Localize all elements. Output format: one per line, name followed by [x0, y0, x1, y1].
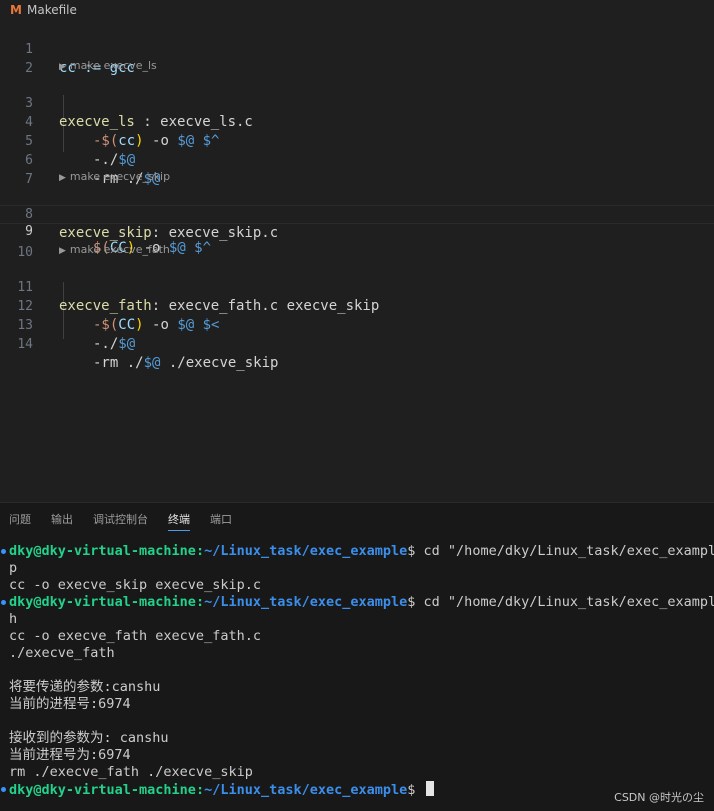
code-line: 13 -./$@ — [0, 297, 714, 352]
command-decoration-icon — [1, 549, 6, 554]
prompt-path: ~/Linux_task/exec_example — [204, 543, 408, 559]
code-line: 7 — [0, 151, 714, 187]
terminal-line: 接收到的参数为: canshu — [9, 730, 169, 746]
code-token: $@ — [118, 336, 136, 352]
command-decoration-icon — [1, 600, 6, 605]
prompt-symbol: $ — [407, 782, 424, 798]
terminal-line: rm ./execve_fath ./execve_skip — [9, 764, 253, 780]
terminal-line: dky@dky-virtual-machine:~/Linux_task/exe… — [9, 543, 714, 560]
terminal-command: cd "/home/dky/Linux_task/exec_example — [423, 594, 714, 610]
terminal-cursor — [425, 781, 434, 796]
tab-terminal[interactable]: 终端 — [158, 503, 200, 537]
editor-tab[interactable]: M Makefile — [0, 0, 714, 20]
terminal-line: cc -o execve_fath execve_fath.c — [9, 628, 261, 644]
code-line: 12 -$(CC) -o $@ $< — [0, 278, 714, 333]
command-decoration-icon — [1, 787, 6, 792]
prompt-sep: : — [195, 782, 205, 798]
terminal-line: ./execve_fath — [9, 645, 115, 661]
prompt-symbol: $ — [407, 594, 424, 610]
prompt-user: dky@dky-virtual-machine — [9, 543, 196, 559]
prompt-user: dky@dky-virtual-machine — [9, 594, 196, 610]
code-line: 8 execve_skip: execve_skip.c — [0, 186, 714, 241]
code-line: 5 -./$@ — [0, 113, 714, 168]
terminal-line: h — [9, 611, 18, 627]
terminal-line: cc -o execve_skip execve_skip.c — [9, 577, 261, 593]
code-line: 6 -rm ./$@ — [0, 132, 714, 187]
codelens-run-execve-ls[interactable]: ▶ make execve_ls — [59, 58, 157, 74]
play-icon: ▶ — [59, 173, 66, 183]
code-token: $@ — [143, 355, 161, 371]
code-line-current: 9 $(CC) -o $@ $^ — [0, 205, 714, 256]
code-editor[interactable]: 1 cc := gcc 2 ▶ make execve_ls 3 execve_l… — [0, 20, 714, 502]
play-icon: ▶ — [59, 246, 66, 256]
code-line: 10 — [0, 224, 714, 260]
terminal-line: 当前进程号为:6974 — [9, 747, 131, 763]
prompt-sep: : — [195, 594, 205, 610]
terminal-line: p — [9, 560, 18, 576]
tab-ports[interactable]: 端口 — [200, 503, 242, 537]
code-token: -./ — [93, 336, 119, 352]
code-token: -rm ./ — [93, 355, 144, 371]
prompt-path: ~/Linux_task/exec_example — [204, 594, 408, 610]
codelens-label: make execve_fath — [69, 243, 170, 256]
watermark: CSDN @时光の尘 — [614, 791, 704, 804]
bottom-panel: 问题 输出 调试控制台 终端 端口 dky@dky-virtual-machin… — [0, 502, 714, 811]
code-line: 2 — [0, 40, 714, 76]
terminal-line: 将要传递的参数:canshu — [9, 679, 161, 695]
play-icon: ▶ — [59, 62, 66, 72]
codelens-label: make execve_skip — [69, 170, 171, 183]
codelens-run-execve-fath[interactable]: ▶ make execve_fath — [59, 242, 170, 258]
line-number: 14 — [17, 337, 33, 352]
tab-debug-console[interactable]: 调试控制台 — [83, 503, 158, 537]
prompt-symbol: $ — [407, 543, 424, 559]
code-token: ./execve_skip — [160, 355, 279, 371]
code-line: 1 cc := gcc — [0, 21, 714, 76]
terminal-line: dky@dky-virtual-machine:~/Linux_task/exe… — [9, 781, 434, 798]
terminal-line: 当前的进程号:6974 — [9, 696, 131, 712]
prompt-path: ~/Linux_task/exec_example — [204, 782, 408, 798]
tab-filename: Makefile — [27, 3, 77, 17]
code-line: 11 execve_fath: execve_fath.c execve_ski… — [0, 259, 714, 314]
terminal-line: dky@dky-virtual-machine:~/Linux_task/exe… — [9, 594, 714, 611]
tab-output[interactable]: 输出 — [41, 503, 83, 537]
panel-tabs: 问题 输出 调试控制台 终端 端口 — [0, 503, 242, 537]
code-line: 3 execve_ls : execve_ls.c — [0, 75, 714, 130]
terminal-command: cd "/home/dky/Linux_task/exec_example — [423, 543, 714, 559]
code-line: 4 -$(cc) -o $@ $^ — [0, 94, 714, 149]
prompt-sep: : — [195, 543, 205, 559]
prompt-user: dky@dky-virtual-machine — [9, 782, 196, 798]
makefile-icon: M — [10, 3, 22, 17]
tab-problems[interactable]: 问题 — [0, 503, 41, 537]
codelens-label: make execve_ls — [69, 59, 157, 72]
code-line: 14 -rm ./$@ ./execve_skip — [0, 316, 714, 371]
codelens-run-execve-skip[interactable]: ▶ make execve_skip — [59, 169, 170, 185]
